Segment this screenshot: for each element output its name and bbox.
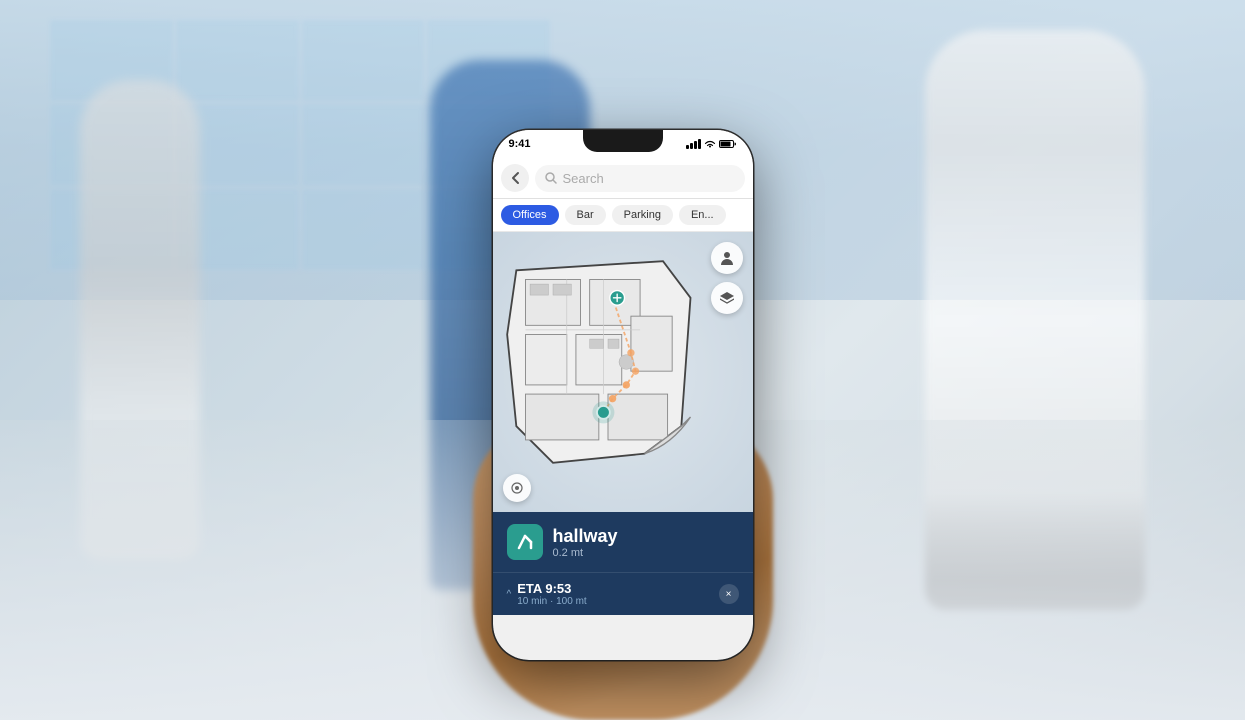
eta-info: ETA 9:53 10 min · 100 mt [517, 581, 712, 607]
eta-bar[interactable]: ^ ETA 9:53 10 min · 100 mt × [493, 572, 753, 615]
search-icon [545, 172, 557, 184]
eta-time: ETA 9:53 [517, 581, 712, 596]
turn-right-icon [507, 524, 543, 560]
battery-icon [719, 139, 737, 149]
destination-name: hallway [553, 526, 739, 547]
floor-plan [498, 237, 718, 487]
pill-bar[interactable]: Bar [565, 205, 606, 225]
navigation-info: hallway 0.2 mt [553, 526, 739, 559]
eta-expand-icon[interactable]: ^ [507, 589, 512, 600]
search-placeholder: Search [563, 171, 604, 186]
back-button[interactable] [501, 164, 529, 192]
wifi-icon [704, 139, 716, 149]
pill-offices[interactable]: Offices [501, 205, 559, 225]
phone-screen: 9:41 [493, 130, 753, 660]
destination-distance: 0.2 mt [553, 547, 739, 559]
phone-body: 9:41 [493, 130, 753, 660]
search-input[interactable]: Search [535, 165, 745, 192]
pill-more[interactable]: En... [679, 205, 726, 225]
status-time: 9:41 [509, 138, 531, 150]
eta-details: 10 min · 100 mt [517, 596, 712, 607]
compass-button[interactable] [503, 474, 531, 502]
map-area[interactable] [493, 232, 753, 512]
status-icons [686, 139, 737, 149]
navigation-card: hallway 0.2 mt [493, 512, 753, 572]
signal-icon [686, 139, 701, 149]
user-location-button[interactable] [711, 242, 743, 274]
phone-device: 9:41 [493, 130, 753, 660]
category-pills: Offices Bar Parking En... [493, 199, 753, 232]
eta-close-button[interactable]: × [719, 584, 739, 604]
search-bar[interactable]: Search [493, 158, 753, 199]
phone-notch [583, 130, 663, 152]
layers-button[interactable] [711, 282, 743, 314]
pill-parking[interactable]: Parking [612, 205, 673, 225]
